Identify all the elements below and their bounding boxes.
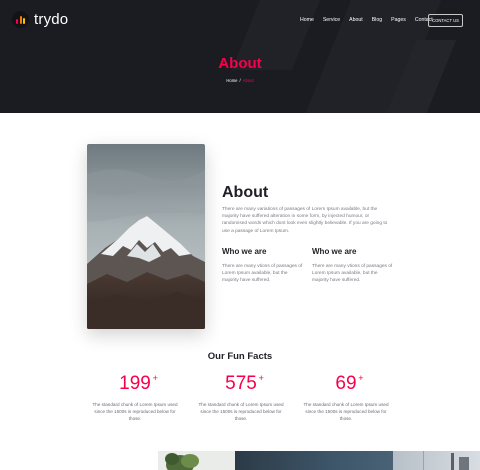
fun-fact-description: The standard chunk of Lorem Ipsum used s… bbox=[92, 402, 178, 421]
fun-facts-heading: Our Fun Facts bbox=[207, 351, 273, 362]
team-photo-plant bbox=[158, 451, 235, 470]
fun-fact-description: The standard chunk of Lorem Ipsum used s… bbox=[303, 402, 389, 421]
breadcrumb-current: About bbox=[242, 78, 254, 83]
fun-fact-description: The standard chunk of Lorem Ipsum used s… bbox=[198, 402, 284, 421]
fun-fact-suffix: + bbox=[152, 373, 158, 383]
fun-fact-number: 69 bbox=[335, 373, 357, 394]
team-photo-office bbox=[393, 451, 480, 470]
fun-fact-value: 199 + bbox=[119, 373, 158, 395]
contact-us-button[interactable]: CONTACT US bbox=[428, 14, 463, 27]
who-we-are-text: There are many vtions of passages of Lor… bbox=[312, 264, 393, 284]
fun-fact-value: 575 + bbox=[225, 373, 264, 395]
who-we-are-heading: Who we are bbox=[312, 247, 357, 256]
who-we-are-text: There are many vtions of passages of Lor… bbox=[222, 264, 303, 284]
fun-fact-item: 199 + The standard chunk of Lorem Ipsum u… bbox=[80, 373, 190, 422]
breadcrumb-home-link[interactable]: Home bbox=[226, 78, 237, 83]
brand-logo[interactable]: trydo bbox=[12, 11, 68, 28]
nav-item-pages[interactable]: Pages bbox=[391, 17, 406, 23]
fun-fact-number: 575 bbox=[225, 373, 257, 394]
breadcrumb: Home / About bbox=[0, 78, 480, 83]
plant-image-icon bbox=[165, 453, 199, 470]
fun-fact-item: 575 + The standard chunk of Lorem Ipsum u… bbox=[186, 373, 296, 422]
who-we-are-heading: Who we are bbox=[222, 247, 267, 256]
nav-item-service[interactable]: Service bbox=[323, 17, 340, 23]
about-description: There are many variations of passages of… bbox=[222, 207, 388, 234]
about-heading: About bbox=[222, 184, 269, 201]
team-photo-city bbox=[235, 451, 393, 470]
breadcrumb-separator: / bbox=[239, 78, 241, 83]
fun-fact-suffix: + bbox=[358, 373, 364, 383]
nav-item-blog[interactable]: Blog bbox=[372, 17, 382, 23]
nav-item-about[interactable]: About bbox=[349, 17, 363, 23]
office-image-icon bbox=[423, 451, 469, 470]
bar-chart-logo-icon bbox=[12, 11, 29, 28]
fun-fact-suffix: + bbox=[258, 373, 264, 383]
page-title: About bbox=[218, 55, 262, 72]
fun-fact-value: 69 + bbox=[335, 373, 363, 395]
mountain-photo bbox=[87, 144, 205, 329]
page-header: trydo Home Service About Blog Pages Cont… bbox=[0, 0, 480, 113]
nav-item-home[interactable]: Home bbox=[300, 17, 314, 23]
mountain-image-icon bbox=[87, 144, 205, 329]
fun-fact-number: 199 bbox=[119, 373, 151, 394]
main-nav: Home Service About Blog Pages Contact bbox=[300, 17, 442, 23]
brand-name: trydo bbox=[34, 11, 69, 28]
fun-fact-item: 69 + The standard chunk of Lorem Ipsum us… bbox=[291, 373, 401, 422]
